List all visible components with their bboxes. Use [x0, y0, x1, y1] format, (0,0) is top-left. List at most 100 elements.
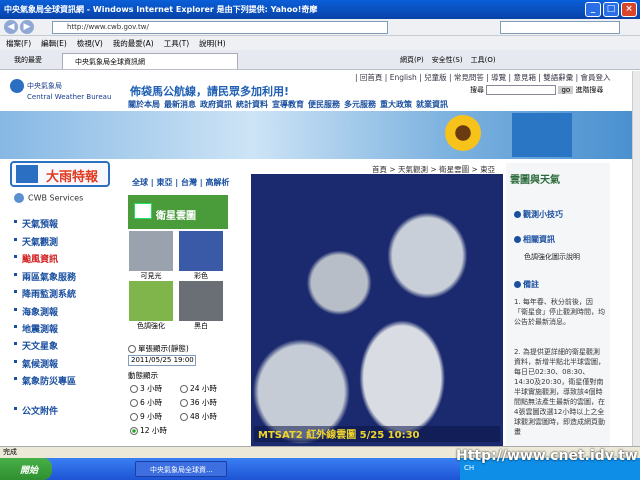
url-input[interactable]: http://www.cwb.gov.tw/ — [52, 21, 388, 34]
menu-view[interactable]: 檢視(V) — [77, 38, 103, 49]
nav-about[interactable]: 關於本局 — [128, 99, 160, 110]
nav-gov[interactable]: 政府資訊 — [200, 99, 232, 110]
hour-6-radio[interactable] — [130, 399, 138, 407]
region-tabs[interactable]: 全球 | 東亞 | 台灣 | 高解析 — [132, 177, 229, 188]
menu-edit[interactable]: 編輯(E) — [41, 38, 67, 49]
tips-heading[interactable]: 觀測小技巧 — [514, 209, 563, 220]
alert-icon — [16, 165, 38, 183]
left-nav-forecast[interactable]: 天氣預報 — [13, 217, 58, 230]
tab-active[interactable]: 中央氣象局全球資訊網 — [62, 53, 238, 69]
top-links[interactable]: | 回首頁 | English | 兒童版 | 常見問答 | 導覽 | 意見箱 … — [355, 72, 611, 83]
hour-9-radio[interactable] — [130, 413, 138, 421]
note-1: 1. 每年春、秋分前後，因「衛星食」停止觀測時間，均公告於最新消息。 — [514, 298, 605, 326]
left-nav-documents[interactable]: 公文附件 — [13, 404, 58, 417]
logo-cn: 中央氣象局 — [27, 82, 62, 90]
date-select[interactable]: 2011/05/25 19:00 — [128, 355, 196, 366]
hour-9-label: 9 小時 — [140, 412, 163, 421]
nav-multi[interactable]: 多元服務 — [344, 99, 376, 110]
tab-bar: 我的最愛 中央氣象局全球資訊網 網頁(P) 安全性(S) 工具(O) — [0, 50, 640, 70]
hour-9[interactable]: 9 小時 — [130, 411, 162, 422]
hour-6[interactable]: 6 小時 — [130, 397, 162, 408]
thumb-visible[interactable]: 可見光 — [129, 231, 173, 281]
hour-3-label: 3 小時 — [140, 384, 163, 393]
advanced-search-link[interactable]: 進階搜尋 — [575, 86, 603, 94]
thumb-color-label: 彩色 — [194, 272, 208, 280]
nav-edu[interactable]: 宣導教育 — [272, 99, 304, 110]
tool-safety[interactable]: 安全性(S) — [432, 55, 463, 65]
hour-36-label: 36 小時 — [190, 398, 217, 407]
maximize-button[interactable]: □ — [603, 2, 619, 17]
color-legend-link[interactable]: 色調強化圖示說明 — [524, 252, 616, 262]
hour-24-radio[interactable] — [180, 385, 188, 393]
thumb-color[interactable]: 彩色 — [179, 231, 223, 281]
slogan[interactable]: 佈袋馬公航線，請民眾多加利用! — [130, 83, 289, 99]
cwb-services[interactable]: CWB Services — [14, 193, 83, 203]
single-radio[interactable] — [128, 345, 136, 353]
alert-label: 大雨特報 — [46, 170, 99, 185]
search-go-button[interactable]: go — [558, 86, 574, 94]
heavy-rain-alert-button[interactable]: 大雨特報 — [10, 161, 110, 187]
left-nav-rain[interactable]: 降雨監測系統 — [13, 287, 76, 300]
sunflower-icon — [445, 115, 481, 151]
hour-24[interactable]: 24 小時 — [180, 383, 217, 394]
back-button[interactable]: ◀ — [4, 20, 18, 34]
single-display-option[interactable]: 單張顯示(靜態) — [128, 341, 189, 356]
thumb-bw-image — [179, 281, 223, 321]
hour-48-radio[interactable] — [180, 413, 188, 421]
left-nav-climate[interactable]: 氣候測報 — [13, 357, 58, 370]
menu-help[interactable]: 說明(H) — [199, 38, 226, 49]
thumb-bw[interactable]: 黑白 — [179, 281, 223, 331]
site-search-input[interactable] — [486, 85, 557, 95]
thumb-visible-label: 可見光 — [140, 272, 162, 280]
language-indicator[interactable]: CH — [464, 464, 474, 472]
vertical-scrollbar[interactable] — [632, 71, 640, 446]
forward-button[interactable]: ▶ — [20, 20, 34, 34]
hour-12-label: 12 小時 — [140, 426, 167, 435]
menu-file[interactable]: 檔案(F) — [6, 38, 31, 49]
nav-service[interactable]: 便民服務 — [308, 99, 340, 110]
left-nav-earthquake[interactable]: 地震測報 — [13, 322, 58, 335]
nav-policy[interactable]: 重大政策 — [380, 99, 412, 110]
favorites-button[interactable]: 我的最愛 — [14, 55, 42, 65]
thumb-enhanced[interactable]: 色調強化 — [129, 281, 173, 331]
hour-12-radio[interactable] — [130, 427, 138, 435]
browser-search-input[interactable] — [500, 21, 620, 34]
hour-36-radio[interactable] — [180, 399, 188, 407]
hour-24-label: 24 小時 — [190, 384, 217, 393]
related-heading: 相關資訊 — [514, 234, 555, 245]
hour-12[interactable]: 12 小時 — [130, 425, 167, 436]
window-title: 中央氣象局全球資訊網 - Windows Internet Explorer 是… — [4, 5, 318, 14]
satellite-button[interactable]: 衛星雲圖 — [128, 195, 228, 229]
search-label: 搜尋 — [470, 86, 484, 94]
hour-3-radio[interactable] — [130, 385, 138, 393]
hour-3[interactable]: 3 小時 — [130, 383, 162, 394]
taskbar-ie-window[interactable]: 中央氣象局全球資... — [135, 461, 227, 477]
left-nav-disaster[interactable]: 氣象防災專區 — [13, 374, 76, 387]
satellite-label: 衛星雲圖 — [156, 211, 196, 222]
display-options: 單張顯示(靜態) — [128, 341, 189, 356]
nav-news[interactable]: 最新消息 — [164, 99, 196, 110]
menu-tools[interactable]: 工具(T) — [164, 38, 189, 49]
hour-36[interactable]: 36 小時 — [180, 397, 217, 408]
cwb-logo[interactable]: 中央氣象局 Central Weather Bureau — [10, 79, 111, 101]
satellite-image — [251, 174, 503, 446]
cwb-logo-icon — [10, 79, 24, 93]
hour-48[interactable]: 48 小時 — [180, 411, 217, 422]
left-nav-marine[interactable]: 海象測報 — [13, 305, 58, 318]
left-nav-astronomy[interactable]: 天文星象 — [13, 339, 58, 352]
left-nav-region[interactable]: 兩區氣象服務 — [13, 270, 76, 283]
satellite-caption: MTSAT2 紅外線雲圖 5/25 10:30 — [254, 426, 500, 442]
hour-6-label: 6 小時 — [140, 398, 163, 407]
address-bar: ◀ ▶ http://www.cwb.gov.tw/ — [0, 19, 640, 36]
tool-page[interactable]: 網頁(P) — [400, 55, 424, 65]
tool-tools[interactable]: 工具(O) — [471, 55, 496, 65]
nav-jobs[interactable]: 就業資訊 — [416, 99, 448, 110]
close-button[interactable]: × — [621, 2, 637, 17]
left-nav-observation[interactable]: 天氣觀測 — [13, 235, 58, 248]
hour-48-label: 48 小時 — [190, 412, 217, 421]
nav-stats[interactable]: 統計資料 — [236, 99, 268, 110]
minimize-button[interactable]: _ — [585, 2, 601, 17]
left-nav-typhoon[interactable]: 颱風資訊 — [13, 252, 58, 265]
start-button[interactable]: 開始 — [0, 458, 52, 480]
menu-favorites[interactable]: 我的最愛(A) — [113, 38, 154, 49]
